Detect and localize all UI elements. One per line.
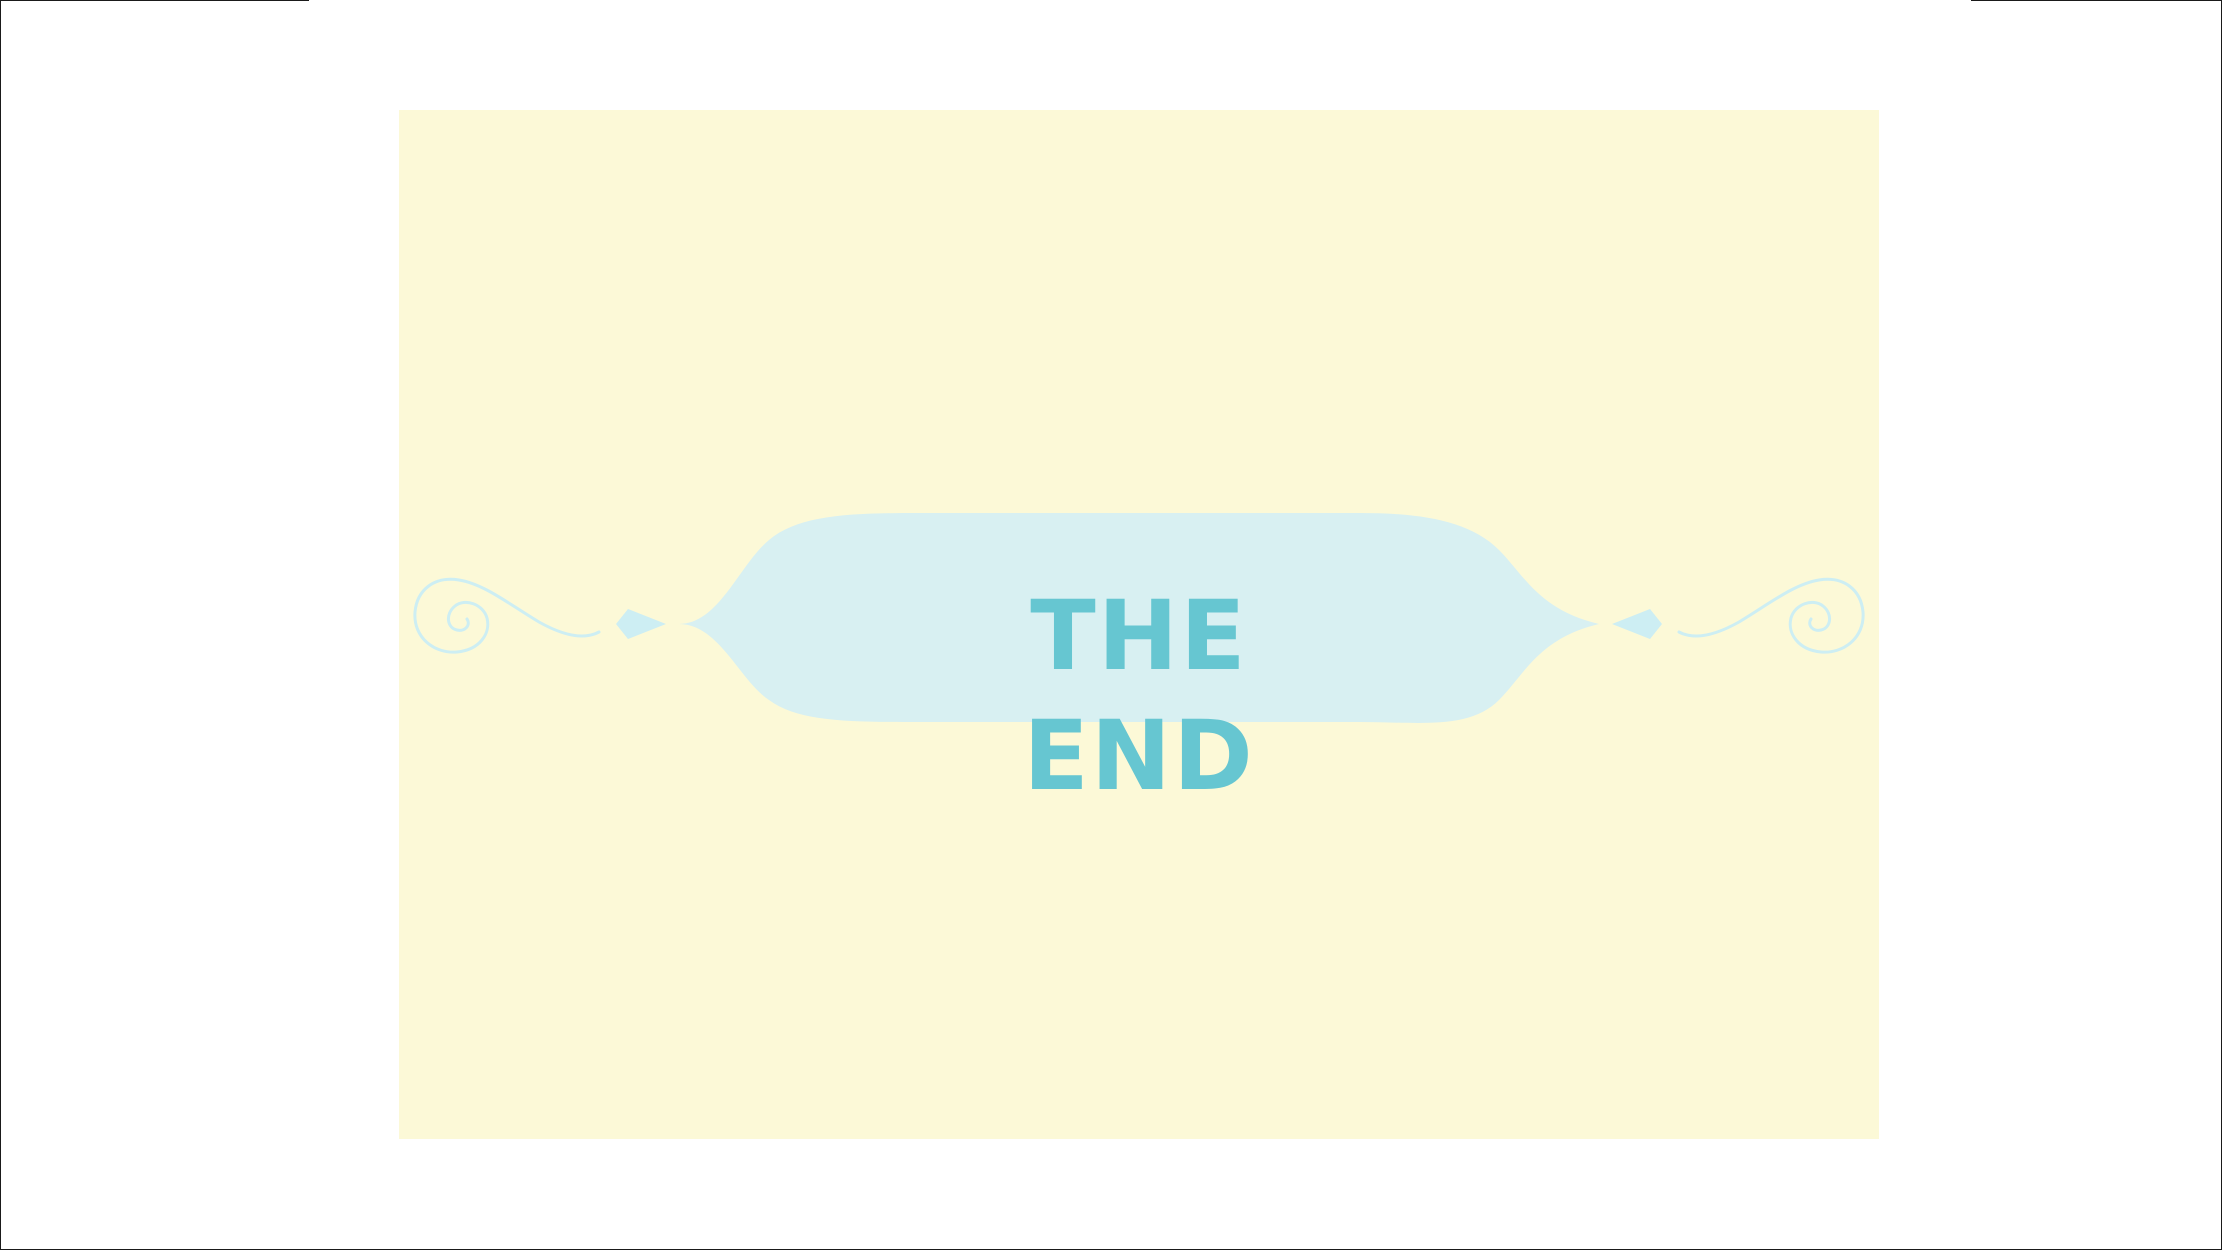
diamond-icon (1612, 609, 1662, 639)
presentation-viewport: THE END (0, 0, 2222, 1250)
top-border-gap (309, 0, 1971, 2)
swirl-flourish-icon (1677, 577, 1865, 654)
slide: THE END (399, 110, 1879, 1139)
swirl-flourish-icon (413, 577, 601, 654)
diamond-icon (616, 609, 666, 639)
slide-title: THE END (1023, 580, 1255, 812)
